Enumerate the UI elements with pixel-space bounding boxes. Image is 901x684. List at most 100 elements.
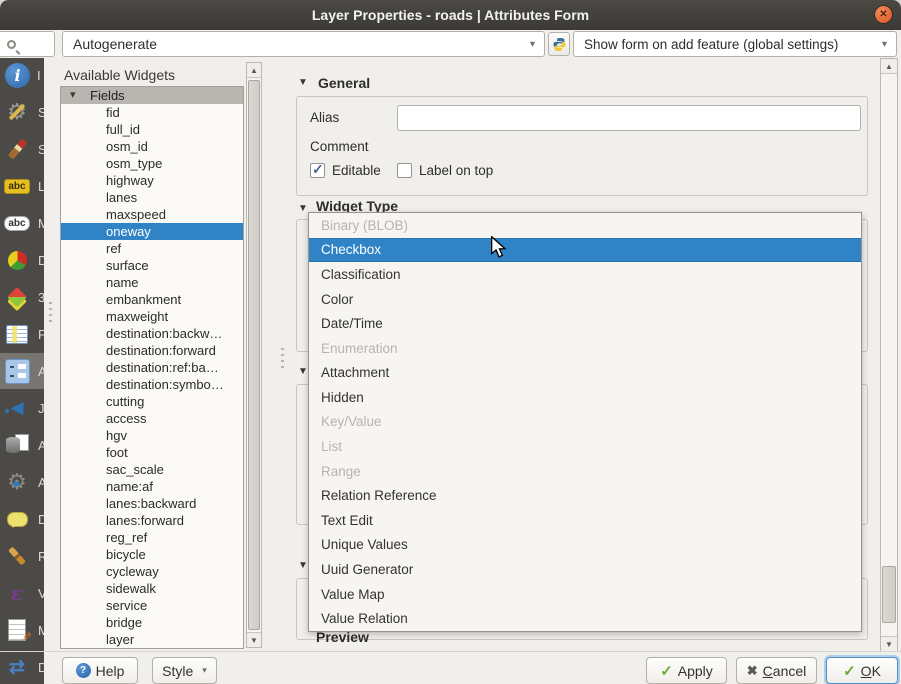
style-button[interactable]: Style ▾ <box>152 657 217 684</box>
field-item-destination-symbo-[interactable]: destination:symbo… <box>61 376 243 393</box>
sidebar-item-source[interactable]: S <box>0 94 44 130</box>
field-item-maxweight[interactable]: maxweight <box>61 308 243 325</box>
widget-type-option-value-map[interactable]: Value Map <box>309 582 861 607</box>
widget-type-option-checkbox[interactable]: Checkbox <box>309 238 861 263</box>
scrollbar-thumb[interactable] <box>882 566 896 623</box>
sidebar-item-symbology[interactable]: S <box>0 131 44 167</box>
splitter-handle[interactable] <box>49 302 52 326</box>
field-item-destination-forward[interactable]: destination:forward <box>61 342 243 359</box>
sidebar-item-display[interactable]: D <box>0 501 44 537</box>
widget-type-option-uuid-generator[interactable]: Uuid Generator <box>309 557 861 582</box>
field-item-lanes[interactable]: lanes <box>61 189 243 206</box>
show-form-select[interactable]: Show form on add feature (global setting… <box>573 31 897 57</box>
editable-checkbox[interactable] <box>310 163 325 178</box>
scroll-up-icon[interactable]: ▲ <box>247 63 261 78</box>
field-item-osm_type[interactable]: osm_type <box>61 155 243 172</box>
sidebar-item-rendering[interactable]: R <box>0 538 44 574</box>
widget-type-option-color[interactable]: Color <box>309 287 861 312</box>
field-item-cutting[interactable]: cutting <box>61 393 243 410</box>
alias-input[interactable] <box>397 105 861 131</box>
field-item-surface[interactable]: surface <box>61 257 243 274</box>
widget-type-option-date-time[interactable]: Date/Time <box>309 311 861 336</box>
field-item-reg_ref[interactable]: reg_ref <box>61 529 243 546</box>
sidebar-item-3d-view[interactable]: 3 <box>0 279 44 315</box>
sidebar-item-variables[interactable]: V <box>0 575 44 611</box>
field-item-sidewalk[interactable]: sidewalk <box>61 580 243 597</box>
field-item-bicycle[interactable]: bicycle <box>61 546 243 563</box>
sidebar-item-information[interactable]: I <box>0 58 44 93</box>
field-item-sac_scale[interactable]: sac_scale <box>61 461 243 478</box>
field-item-destination-backw-[interactable]: destination:backw… <box>61 325 243 342</box>
scroll-down-icon[interactable]: ▼ <box>247 632 261 647</box>
field-item-highway[interactable]: highway <box>61 172 243 189</box>
field-item-lanes-forward[interactable]: lanes:forward <box>61 512 243 529</box>
widget-type-option-relation-reference[interactable]: Relation Reference <box>309 483 861 508</box>
sidebar-item-joins[interactable]: J <box>0 390 44 426</box>
sidebar-item-metadata[interactable]: M <box>0 612 44 648</box>
python-init-button[interactable] <box>548 32 570 56</box>
sidebar-item-auxiliary-storage[interactable]: A <box>0 427 44 463</box>
sidebar-item-labels[interactable]: L <box>0 168 44 204</box>
sidebar-item-label: S <box>38 142 44 157</box>
field-item-destination-ref-ba-[interactable]: destination:ref:ba… <box>61 359 243 376</box>
field-item-maxspeed[interactable]: maxspeed <box>61 206 243 223</box>
field-item-oneway[interactable]: oneway <box>61 223 243 240</box>
joins-icon <box>3 394 31 422</box>
sidebar-tabs: ISSLMD3FAJAADRVMD <box>0 58 44 684</box>
field-item-access[interactable]: access <box>61 410 243 427</box>
field-item-ref[interactable]: ref <box>61 240 243 257</box>
sidebar-item-masks[interactable]: M <box>0 205 44 241</box>
widget-type-option-text-edit[interactable]: Text Edit <box>309 508 861 533</box>
help-button[interactable]: ? Help <box>62 657 138 684</box>
sidebar-item-actions[interactable]: A <box>0 464 44 500</box>
field-item-lanes-backward[interactable]: lanes:backward <box>61 495 243 512</box>
field-item-hgv[interactable]: hgv <box>61 427 243 444</box>
chevron-down-icon: ▾ <box>530 39 535 50</box>
dialog-scrollbar[interactable]: ▲ ▼ <box>880 58 898 652</box>
sidebar-item-fields[interactable]: F <box>0 316 44 352</box>
cancel-button[interactable]: ✖ Cancel <box>736 657 817 684</box>
field-item-bridge[interactable]: bridge <box>61 614 243 631</box>
fields-list: Fields fidfull_idosm_idosm_typehighwayla… <box>60 86 244 649</box>
scroll-down-icon[interactable]: ▼ <box>881 636 897 651</box>
widget-type-option-hidden[interactable]: Hidden <box>309 385 861 410</box>
dependencies-icon <box>3 653 31 681</box>
splitter-handle[interactable] <box>281 348 284 372</box>
scroll-up-icon[interactable]: ▲ <box>881 59 897 74</box>
field-item-osm_id[interactable]: osm_id <box>61 138 243 155</box>
widget-type-option-attachment[interactable]: Attachment <box>309 361 861 386</box>
actions-icon <box>3 468 31 496</box>
masks-icon <box>3 209 31 237</box>
scrollbar-thumb[interactable] <box>248 80 260 630</box>
field-item-name[interactable]: name <box>61 274 243 291</box>
form-layout-select[interactable]: Autogenerate ▾ <box>62 31 545 57</box>
label-on-top-checkbox[interactable] <box>397 163 412 178</box>
field-item-layer[interactable]: layer <box>61 631 243 648</box>
field-item-cycleway[interactable]: cycleway <box>61 563 243 580</box>
field-item-service[interactable]: service <box>61 597 243 614</box>
field-item-embankment[interactable]: embankment <box>61 291 243 308</box>
fields-tree-root[interactable]: Fields <box>61 87 243 104</box>
field-item-foot[interactable]: foot <box>61 444 243 461</box>
mouse-cursor <box>490 236 508 258</box>
ok-button[interactable]: ✓ OK <box>826 657 898 684</box>
sidebar-item-label: F <box>38 327 44 342</box>
field-item-full_id[interactable]: full_id <box>61 121 243 138</box>
sidebar-item-attributes-form[interactable]: A <box>0 353 44 389</box>
fields-scrollbar[interactable]: ▲ ▼ <box>246 62 262 648</box>
sidebar-item-dependencies[interactable]: D <box>0 649 44 684</box>
field-item-fid[interactable]: fid <box>61 104 243 121</box>
collapse-triangle-icon[interactable]: ▼ <box>297 77 309 88</box>
search-input[interactable] <box>0 31 55 57</box>
sidebar-item-label: L <box>38 179 44 194</box>
widget-type-option-classification[interactable]: Classification <box>309 262 861 287</box>
show-form-value: Show form on add feature (global setting… <box>584 37 838 52</box>
sidebar-item-diagrams[interactable]: D <box>0 242 44 278</box>
x-icon: ✖ <box>747 663 758 679</box>
widget-type-option-unique-values[interactable]: Unique Values <box>309 533 861 558</box>
close-icon[interactable] <box>874 5 893 24</box>
apply-button[interactable]: ✓ Apply <box>646 657 727 684</box>
sidebar-item-label: V <box>38 586 44 601</box>
widget-type-option-value-relation[interactable]: Value Relation <box>309 606 861 631</box>
field-item-name-af[interactable]: name:af <box>61 478 243 495</box>
